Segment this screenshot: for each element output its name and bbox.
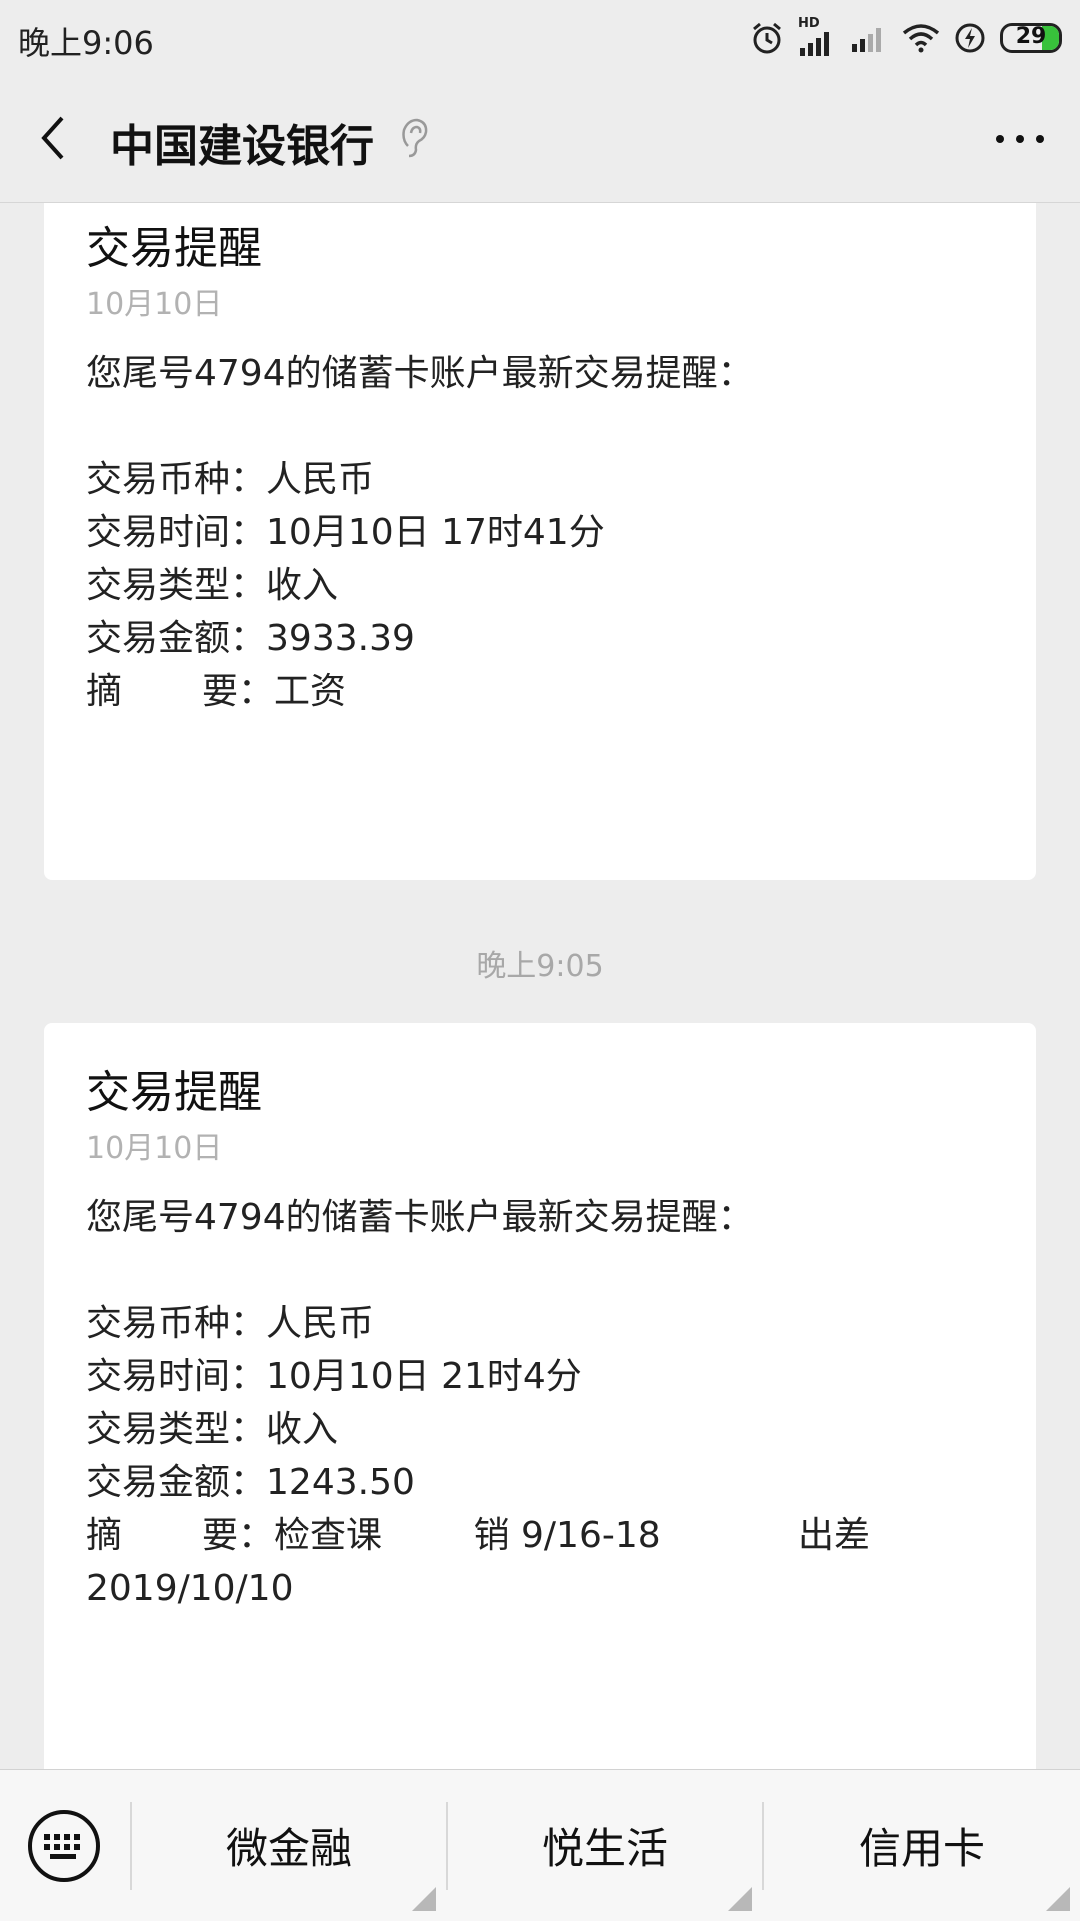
submenu-indicator-icon — [1046, 1887, 1070, 1911]
menu-item-label: 信用卡 — [858, 1824, 985, 1873]
menu-item-yue-shenghuo[interactable]: 悦生活 — [448, 1770, 762, 1921]
field-row: 交易类型：收入 — [86, 1403, 994, 1456]
summary-label-a: 摘 — [86, 1515, 123, 1556]
message-body: 您尾号4794的储蓄卡账户最新交易提醒： 交易币种：人民币 交易时间：10月10… — [86, 1191, 994, 1615]
submenu-indicator-icon — [728, 1887, 752, 1911]
charging-icon — [955, 23, 985, 53]
field-value: 人民币 — [266, 459, 375, 500]
field-label: 交易金额： — [86, 618, 267, 659]
field-label: 交易金额： — [86, 1462, 267, 1503]
field-row: 交易时间：10月10日 17时41分 — [86, 506, 994, 559]
field-row: 交易金额：1243.50 — [86, 1456, 994, 1509]
summary-label-b: 要： — [202, 671, 275, 712]
back-icon[interactable] — [30, 108, 80, 168]
field-row: 交易金额：3933.39 — [86, 612, 994, 665]
signal-hd-icon: HD — [798, 16, 836, 56]
status-time: 晚上9:06 — [18, 24, 154, 62]
field-row: 交易币种：人民币 — [86, 1297, 994, 1350]
field-value: 收入 — [266, 565, 339, 606]
message-intro: 您尾号4794的储蓄卡账户最新交易提醒： — [86, 1197, 754, 1238]
bottom-menu: 微金融 悦生活 信用卡 — [0, 1769, 1080, 1921]
field-label: 交易币种： — [86, 459, 267, 500]
wifi-icon — [902, 24, 940, 53]
battery-level: 29 — [1015, 24, 1047, 49]
field-value: 10月10日 17时41分 — [266, 512, 605, 553]
keyboard-icon[interactable] — [26, 1808, 102, 1884]
page-title: 中国建设银行 — [110, 121, 374, 172]
time-separator: 晚上9:05 — [476, 949, 604, 984]
menu-item-wei-jinrong[interactable]: 微金融 — [132, 1770, 446, 1921]
field-row: 交易时间：10月10日 21时4分 — [86, 1350, 994, 1403]
status-icons: HD 29 — [750, 16, 1062, 60]
field-value: 10月10日 21时4分 — [266, 1356, 582, 1397]
menu-item-credit-card[interactable]: 信用卡 — [764, 1770, 1080, 1921]
field-value: 收入 — [266, 1409, 339, 1450]
summary-row: 摘 要：检查课 销 9/16-18 出差 — [86, 1509, 994, 1562]
status-bar: 晚上9:06 HD 29 — [0, 0, 1080, 74]
message-title: 交易提醒 — [86, 223, 262, 274]
message-list[interactable]: 交易提醒 10月10日 您尾号4794的储蓄卡账户最新交易提醒： 交易币种：人民… — [0, 203, 1080, 1769]
more-icon[interactable] — [990, 114, 1050, 164]
summary-value: 检查课 销 9/16-18 出差 — [274, 1515, 870, 1556]
field-value: 人民币 — [266, 1303, 375, 1344]
menu-item-label: 悦生活 — [541, 1824, 668, 1873]
message-body: 您尾号4794的储蓄卡账户最新交易提醒： 交易币种：人民币 交易时间：10月10… — [86, 347, 994, 718]
field-label: 交易类型： — [86, 565, 267, 606]
field-row: 交易币种：人民币 — [86, 453, 994, 506]
title-bar: 中国建设银行 — [0, 74, 1080, 203]
menu-item-label: 微金融 — [225, 1824, 352, 1873]
message-date: 10月10日 — [86, 287, 223, 322]
signal-icon — [852, 28, 881, 52]
message-title: 交易提醒 — [86, 1067, 262, 1118]
summary-row: 摘 要：工资 — [86, 665, 994, 718]
summary-value: 工资 — [274, 671, 347, 712]
ear-icon — [402, 118, 428, 158]
summary-label-b: 要： — [202, 1515, 275, 1556]
summary-label-a: 摘 — [86, 671, 123, 712]
message-intro: 您尾号4794的储蓄卡账户最新交易提醒： — [86, 353, 754, 394]
field-label: 交易类型： — [86, 1409, 267, 1450]
field-value: 1243.50 — [266, 1462, 415, 1503]
summary-value-line2: 2019/10/10 — [86, 1568, 294, 1609]
message-card[interactable]: 交易提醒 10月10日 您尾号4794的储蓄卡账户最新交易提醒： 交易币种：人民… — [44, 203, 1036, 880]
field-label: 交易币种： — [86, 1303, 267, 1344]
submenu-indicator-icon — [412, 1887, 436, 1911]
field-row: 交易类型：收入 — [86, 559, 994, 612]
alarm-icon — [753, 22, 781, 54]
message-card[interactable]: 交易提醒 10月10日 您尾号4794的储蓄卡账户最新交易提醒： 交易币种：人民… — [44, 1023, 1036, 1769]
message-date: 10月10日 — [86, 1131, 223, 1166]
field-label: 交易时间： — [86, 512, 267, 553]
field-label: 交易时间： — [86, 1356, 267, 1397]
battery-icon: 29 — [1000, 23, 1062, 53]
field-value: 3933.39 — [266, 618, 415, 659]
